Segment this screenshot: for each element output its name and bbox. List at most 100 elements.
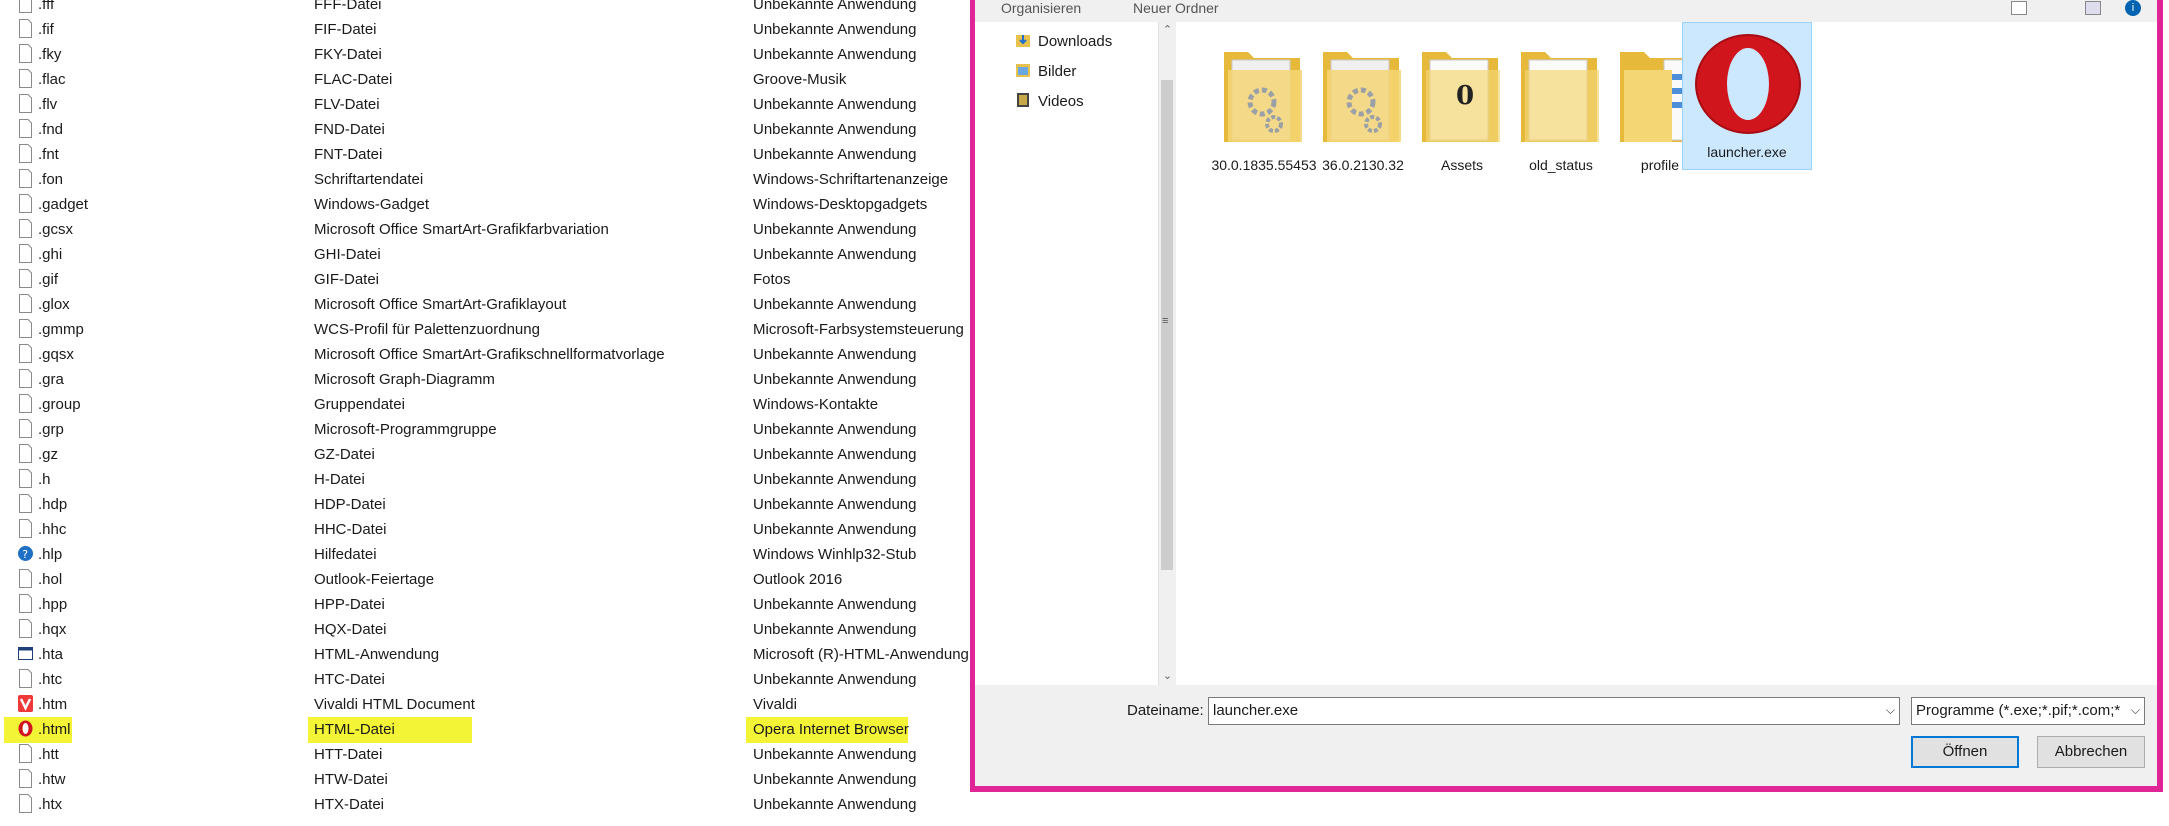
list-row[interactable]: .flv FLV-Datei Unbekannte Anwendung <box>0 92 970 117</box>
default-application: Unbekannte Anwendung <box>753 21 917 38</box>
navigation-scrollbar[interactable]: ⌃ ≡ ⌄ <box>1158 22 1176 685</box>
file-extension: .fnt <box>38 146 59 163</box>
opera-icon <box>18 720 33 737</box>
default-application: Outlook 2016 <box>753 571 843 588</box>
scrollbar-thumb[interactable]: ≡ <box>1161 80 1173 570</box>
file-extension: .grp <box>38 421 64 438</box>
file-extension: .html <box>38 721 71 738</box>
file-extension: .hol <box>38 571 63 588</box>
svg-text:?: ? <box>22 548 28 561</box>
scroll-up-icon[interactable]: ⌃ <box>1159 22 1176 39</box>
videos-icon <box>1017 93 1029 107</box>
file-extension: .gif <box>38 271 59 288</box>
file-icon <box>19 69 32 88</box>
new-folder-button[interactable]: Neuer Ordner <box>1133 0 1219 16</box>
list-row[interactable]: .h H-Datei Unbekannte Anwendung <box>0 467 970 492</box>
list-row[interactable]: .fky FKY-Datei Unbekannte Anwendung <box>0 42 970 67</box>
file-item-launcher-exe[interactable]: launcher.exe <box>1682 22 1812 170</box>
file-association-list: .fff FFF-Datei Unbekannte Anwendung .fif FIF… <box>0 0 970 826</box>
filename-label: Dateiname: <box>1127 702 1204 719</box>
organize-button[interactable]: Organisieren <box>1001 0 1081 16</box>
file-extension: .gqsx <box>38 346 74 363</box>
filename-input[interactable]: launcher.exe ⌵ <box>1208 697 1900 725</box>
list-row[interactable]: .htc HTC-Datei Unbekannte Anwendung <box>0 667 970 692</box>
filename-value: launcher.exe <box>1213 702 1299 719</box>
file-type-description: HTML-Datei <box>314 721 395 738</box>
nav-item-downloads[interactable]: Downloads 📌 <box>1015 29 1180 55</box>
file-type-description: Microsoft Office SmartArt-Grafikfarbvari… <box>314 221 609 238</box>
view-options-icon[interactable] <box>2011 1 2027 15</box>
file-type-description: Microsoft Office SmartArt-Grafiklayout <box>314 296 567 313</box>
file-type-filter[interactable]: Programme (*.exe;*.pif;*.com;*.bat ⌵ <box>1911 697 2145 725</box>
list-row[interactable]: .htm Vivaldi HTML Document Vivaldi <box>0 692 970 717</box>
list-row[interactable]: .fff FFF-Datei Unbekannte Anwendung <box>0 0 970 17</box>
cancel-button[interactable]: Abbrechen <box>2037 736 2145 768</box>
list-row[interactable]: .hpp HPP-Datei Unbekannte Anwendung <box>0 592 970 617</box>
pictures-icon <box>1016 64 1030 77</box>
nav-item-videos[interactable]: Videos 📌 <box>1015 89 1180 115</box>
list-row[interactable]: .glox Microsoft Office SmartArt-Grafiklay… <box>0 292 970 317</box>
nav-label-downloads: Downloads <box>1038 33 1113 50</box>
file-extension: .flac <box>38 71 66 88</box>
dialog-toolbar: Organisieren Neuer Ordner i <box>975 0 2157 23</box>
list-row[interactable]: .grp Microsoft-Programmgruppe Unbekannte A… <box>0 417 970 442</box>
list-row[interactable]: .gif GIF-Datei Fotos <box>0 267 970 292</box>
file-type-description: Microsoft-Programmgruppe <box>314 421 497 438</box>
list-row[interactable]: .gmmp WCS-Profil für Palettenzuordnung Mic… <box>0 317 970 342</box>
file-extension: .htc <box>38 671 63 688</box>
file-icon <box>19 244 32 263</box>
default-application: Windows-Kontakte <box>753 396 879 413</box>
nav-item-pictures[interactable]: Bilder 📌 <box>1015 59 1180 85</box>
nav-label-videos: Videos <box>1038 93 1084 110</box>
file-extension: .gz <box>38 446 59 463</box>
chevron-down-icon[interactable]: ⌵ <box>2131 703 2140 718</box>
list-row[interactable]: .gra Microsoft Graph-Diagramm Unbekannte A… <box>0 367 970 392</box>
file-extension: .htm <box>38 696 68 713</box>
default-application: Unbekannte Anwendung <box>753 121 917 138</box>
open-button[interactable]: Öffnen <box>1911 736 2019 768</box>
list-row[interactable]: .hol Outlook-Feiertage Outlook 2016 <box>0 567 970 592</box>
list-row[interactable]: .hhc HHC-Datei Unbekannte Anwendung <box>0 517 970 542</box>
list-row[interactable]: ? .hlp Hilfedatei Windows Winhlp32-Stub <box>0 542 970 567</box>
list-row[interactable]: .hqx HQX-Datei Unbekannte Anwendung <box>0 617 970 642</box>
list-row[interactable]: .gz GZ-Datei Unbekannte Anwendung <box>0 442 970 467</box>
help-icon[interactable]: i <box>2125 0 2141 16</box>
list-row[interactable]: .gadget Windows-Gadget Windows-Desktopgadg… <box>0 192 970 217</box>
list-row[interactable]: .hdp HDP-Datei Unbekannte Anwendung <box>0 492 970 517</box>
preview-pane-icon[interactable] <box>2085 1 2101 15</box>
file-icon <box>19 319 32 338</box>
list-row[interactable]: .htx HTX-Datei Unbekannte Anwendung <box>0 792 970 817</box>
file-extension: .gadget <box>38 196 89 213</box>
list-row[interactable]: .html HTML-Datei Opera Internet Browser <box>0 717 970 742</box>
list-row[interactable]: .htw HTW-Datei Unbekannte Anwendung <box>0 767 970 792</box>
list-row[interactable]: .fnd FND-Datei Unbekannte Anwendung <box>0 117 970 142</box>
list-row[interactable]: .fif FIF-Datei Unbekannte Anwendung <box>0 17 970 42</box>
file-icon <box>19 119 32 138</box>
default-application: Unbekannte Anwendung <box>753 446 917 463</box>
list-row[interactable]: .htt HTT-Datei Unbekannte Anwendung <box>0 742 970 767</box>
default-application: Microsoft-Farbsystemsteuerung <box>753 321 964 338</box>
scroll-down-icon[interactable]: ⌄ <box>1159 668 1176 685</box>
default-application: Unbekannte Anwendung <box>753 496 917 513</box>
list-row[interactable]: .hta HTML-Anwendung Microsoft (R)-HTML-Anw… <box>0 642 970 667</box>
file-extension: .hdp <box>38 496 68 513</box>
file-extension: .h <box>38 471 51 488</box>
list-row[interactable]: .gcsx Microsoft Office SmartArt-Grafikfar… <box>0 217 970 242</box>
chevron-down-icon[interactable]: ⌵ <box>1886 703 1895 718</box>
opera-icon <box>1695 34 1801 134</box>
list-row[interactable]: .gqsx Microsoft Office SmartArt-Grafiksch… <box>0 342 970 367</box>
list-row[interactable]: .ghi GHI-Datei Unbekannte Anwendung <box>0 242 970 267</box>
file-extension: .hta <box>38 646 64 663</box>
list-row[interactable]: .group Gruppendatei Windows-Kontakte <box>0 392 970 417</box>
list-row[interactable]: .fnt FNT-Datei Unbekannte Anwendung <box>0 142 970 167</box>
default-application: Unbekannte Anwendung <box>753 596 917 613</box>
list-row[interactable]: .flac FLAC-Datei Groove-Musik <box>0 67 970 92</box>
empty-folder-icon <box>1521 52 1599 142</box>
file-icon <box>19 444 32 463</box>
list-row[interactable]: .fon Schriftartendatei Windows-Schriftarte… <box>0 167 970 192</box>
file-icon <box>19 19 32 38</box>
file-extension: .fff <box>38 0 55 13</box>
file-type-description: GHI-Datei <box>314 246 381 263</box>
default-application: Unbekannte Anwendung <box>753 46 917 63</box>
file-type-description: FLV-Datei <box>314 96 380 113</box>
